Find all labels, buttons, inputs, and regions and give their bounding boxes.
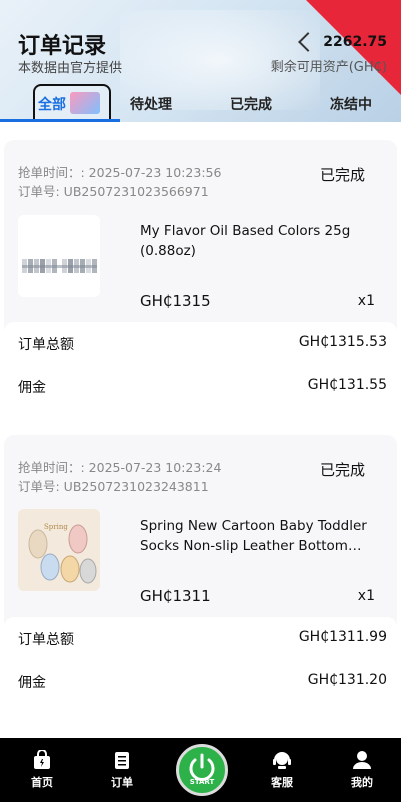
tab-all[interactable]: 全部 <box>38 94 66 114</box>
nav-support-label: 客服 <box>271 776 293 789</box>
tab-bar: 全部 待处理 已完成 冻结中 <box>0 84 401 122</box>
commission-label: 佣金 <box>18 380 46 396</box>
order-status: 已完成 <box>319 461 365 479</box>
back-chevron-icon[interactable] <box>298 32 319 52</box>
balance-row: 2262.75 <box>298 32 387 52</box>
header: 订单记录 本数据由官方提供 2262.75 剩余可用资产(GH₵) 全部 待处理… <box>0 0 401 122</box>
svg-text:Spring: Spring <box>44 523 68 531</box>
order-list-icon <box>112 750 132 770</box>
order-status: 已完成 <box>319 166 365 184</box>
baby-socks-image: Spring <box>18 509 100 591</box>
bottom-nav: 首页 订单 START 客服 我的 <box>0 738 401 802</box>
home-bag-icon <box>32 749 52 770</box>
shopping-bag-icon <box>70 92 100 114</box>
order-summary: 订单总额 GH₵1315.53 佣金 GH₵131.55 <box>4 322 397 420</box>
order-list[interactable]: 抢单时间：: 2025-07-23 10:23:56 订单号: UB250723… <box>0 122 401 738</box>
start-label: START <box>189 778 215 786</box>
commission-label: 佣金 <box>18 675 46 691</box>
order-number: 订单号: UB2507231023243811 <box>18 479 209 494</box>
nav-orders-label: 订单 <box>111 776 133 789</box>
nav-support[interactable]: 客服 <box>257 750 307 790</box>
product-name[interactable]: Spring New Cartoon Baby Toddler Socks No… <box>140 516 370 556</box>
start-button[interactable]: START <box>176 744 228 796</box>
tab-completed[interactable]: 已完成 <box>230 94 272 114</box>
total-label: 订单总额 <box>18 632 74 648</box>
product-name[interactable]: My Flavor Oil Based Colors 25g (0.88oz) <box>140 221 370 261</box>
page-subtitle: 本数据由官方提供 <box>18 61 123 76</box>
page-title: 订单记录 <box>18 34 107 59</box>
product-price: GH₵1315 <box>140 292 211 310</box>
nav-home[interactable]: 首页 <box>17 749 67 790</box>
total-label: 订单总额 <box>18 337 74 353</box>
nav-home-label: 首页 <box>31 776 53 789</box>
tab-pending[interactable]: 待处理 <box>130 94 172 114</box>
balance-value: 2262.75 <box>323 34 387 50</box>
order-number: 订单号: UB2507231023566971 <box>18 184 209 199</box>
order-time: 抢单时间：: 2025-07-23 10:23:24 <box>18 460 222 475</box>
order-card[interactable]: 抢单时间：: 2025-07-23 10:23:56 订单号: UB250723… <box>4 140 397 420</box>
nav-profile[interactable]: 我的 <box>337 750 387 790</box>
headset-icon <box>272 750 292 770</box>
total-value: GH₵1311.99 <box>298 629 387 645</box>
commission-value: GH₵131.55 <box>307 377 387 393</box>
tab-frozen[interactable]: 冻结中 <box>330 94 372 114</box>
product-qty: x1 <box>357 293 375 309</box>
product-price: GH₵1311 <box>140 587 211 605</box>
commission-value: GH₵131.20 <box>307 672 387 688</box>
power-icon <box>189 753 215 781</box>
order-card[interactable]: 抢单时间：: 2025-07-23 10:23:24 订单号: UB250723… <box>4 435 397 715</box>
balance-label: 剩余可用资产(GH₵) <box>270 60 387 75</box>
user-icon <box>352 750 372 770</box>
order-summary: 订单总额 GH₵1311.99 佣金 GH₵131.20 <box>4 617 397 715</box>
order-time: 抢单时间：: 2025-07-23 10:23:56 <box>18 165 222 180</box>
paint-bottles-image <box>18 215 100 297</box>
total-value: GH₵1315.53 <box>298 334 387 350</box>
nav-orders[interactable]: 订单 <box>97 750 147 790</box>
nav-profile-label: 我的 <box>351 776 373 789</box>
product-qty: x1 <box>357 588 375 604</box>
